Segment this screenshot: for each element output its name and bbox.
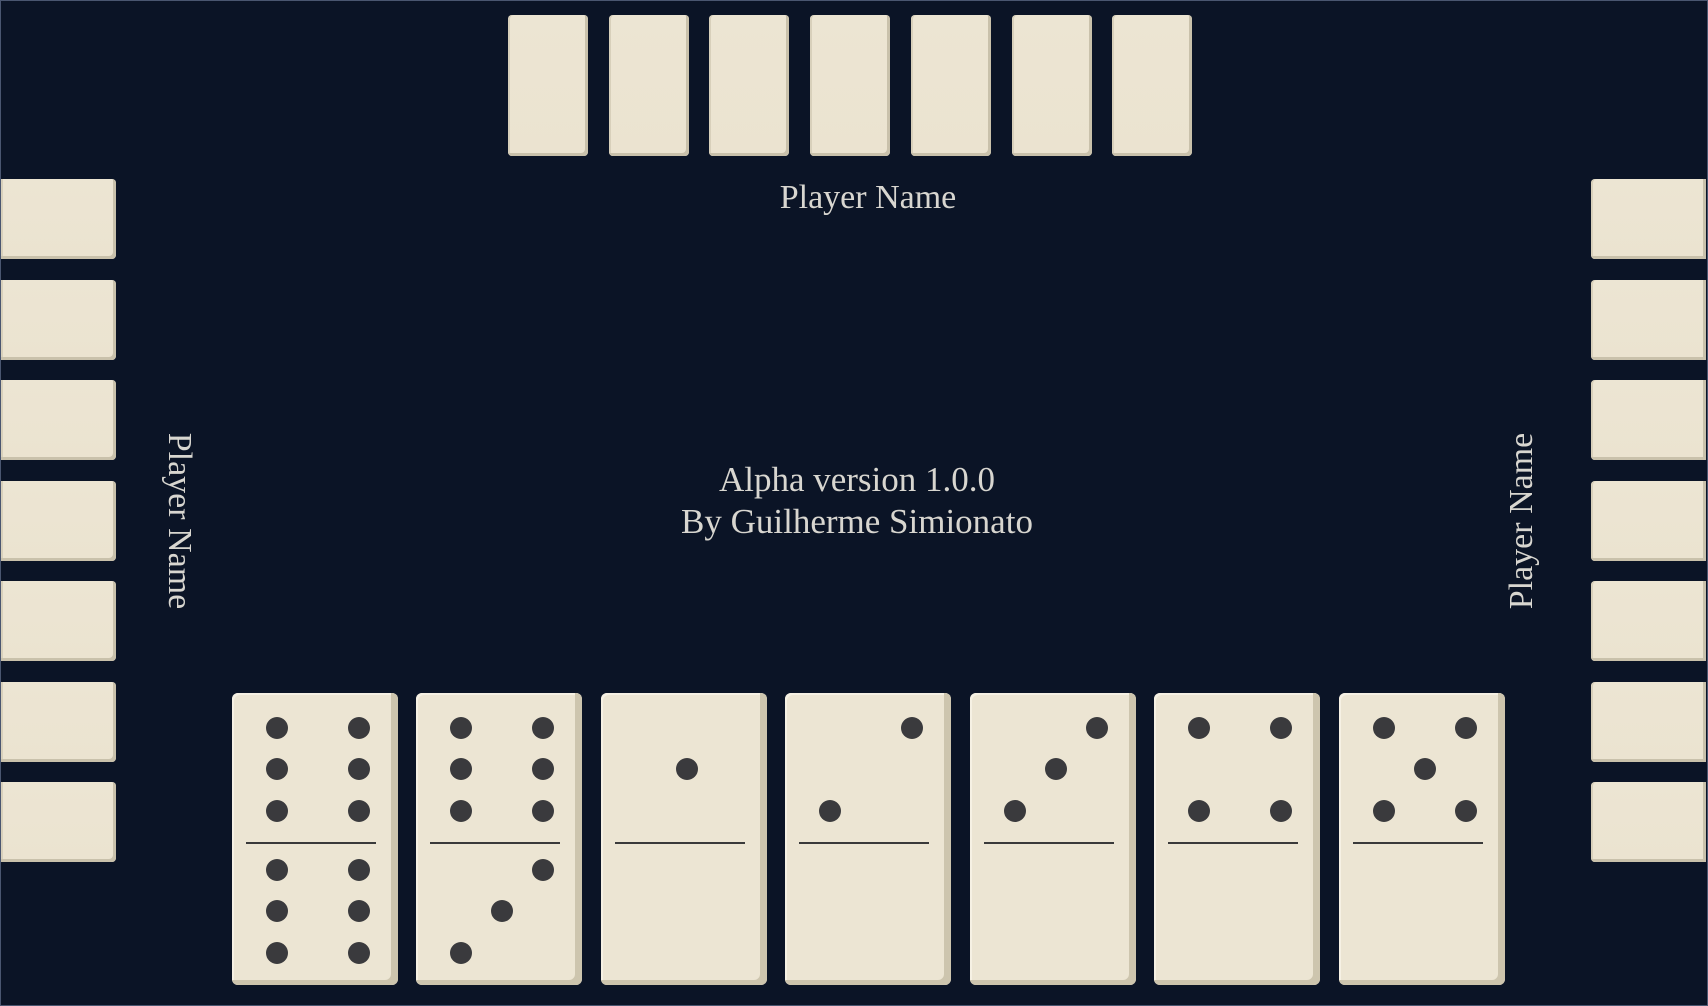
face-down-tile [1, 179, 116, 259]
domino-pip [1004, 800, 1026, 822]
domino-pip [532, 859, 554, 881]
domino-tile[interactable] [970, 693, 1136, 985]
domino-divider [984, 842, 1114, 844]
game-table: Player Name Player Name Player Name Alph… [0, 0, 1708, 1006]
domino-pip [901, 717, 923, 739]
domino-pip [676, 758, 698, 780]
domino-pip [1373, 800, 1395, 822]
domino-tile[interactable] [1339, 693, 1505, 985]
face-down-tile [1112, 15, 1192, 156]
domino-pip [348, 859, 370, 881]
domino-tile[interactable] [232, 693, 398, 985]
domino-pip [1373, 717, 1395, 739]
domino-divider [1168, 842, 1298, 844]
face-down-tile [1591, 280, 1706, 360]
face-down-tile [609, 15, 689, 156]
domino-divider [1353, 842, 1483, 844]
domino-pip [1270, 800, 1292, 822]
domino-pip [450, 942, 472, 964]
domino-pip [1188, 800, 1210, 822]
domino-pip [266, 800, 288, 822]
domino-pip [348, 900, 370, 922]
face-down-tile [1, 481, 116, 561]
domino-divider [799, 842, 929, 844]
domino-pip [532, 717, 554, 739]
top-player-name: Player Name [779, 179, 957, 216]
domino-pip [532, 800, 554, 822]
domino-pip [450, 758, 472, 780]
domino-pip [450, 717, 472, 739]
face-down-tile [1591, 782, 1706, 862]
face-down-tile [1591, 682, 1706, 762]
domino-tile[interactable] [601, 693, 767, 985]
domino-pip [1270, 717, 1292, 739]
face-down-tile [1, 380, 116, 460]
domino-pip [1455, 717, 1477, 739]
face-down-tile [1, 280, 116, 360]
domino-pip [1455, 800, 1477, 822]
face-down-tile [1, 682, 116, 762]
face-down-tile [508, 15, 588, 156]
domino-pip [266, 859, 288, 881]
domino-tile[interactable] [416, 693, 582, 985]
face-down-tile [1591, 179, 1706, 259]
face-down-tile [1591, 581, 1706, 661]
domino-pip [348, 942, 370, 964]
face-down-tile [810, 15, 890, 156]
domino-pip [266, 717, 288, 739]
domino-tile[interactable] [1154, 693, 1320, 985]
domino-pip [532, 758, 554, 780]
domino-pip [266, 942, 288, 964]
domino-divider [615, 842, 745, 844]
face-down-tile [709, 15, 789, 156]
face-down-tile [1, 782, 116, 862]
domino-pip [348, 800, 370, 822]
domino-pip [450, 800, 472, 822]
domino-pip [1188, 717, 1210, 739]
domino-pip [348, 758, 370, 780]
domino-pip [348, 717, 370, 739]
domino-pip [1045, 758, 1067, 780]
version-info: Alpha version 1.0.0 By Guilherme Simiona… [557, 459, 1157, 543]
domino-pip [1086, 717, 1108, 739]
domino-divider [430, 842, 560, 844]
version-label: Alpha version 1.0.0 [718, 460, 996, 499]
face-down-tile [911, 15, 991, 156]
domino-pip [819, 800, 841, 822]
face-down-tile [1591, 481, 1706, 561]
face-down-tile [1012, 15, 1092, 156]
left-player-name: Player Name [161, 432, 198, 610]
domino-tile[interactable] [785, 693, 951, 985]
face-down-tile [1, 581, 116, 661]
author-credit: By Guilherme Simionato [681, 502, 1033, 541]
right-player-name: Player Name [1503, 432, 1540, 610]
domino-divider [246, 842, 376, 844]
domino-pip [1414, 758, 1436, 780]
domino-pip [266, 900, 288, 922]
domino-pip [491, 900, 513, 922]
domino-pip [266, 758, 288, 780]
face-down-tile [1591, 380, 1706, 460]
